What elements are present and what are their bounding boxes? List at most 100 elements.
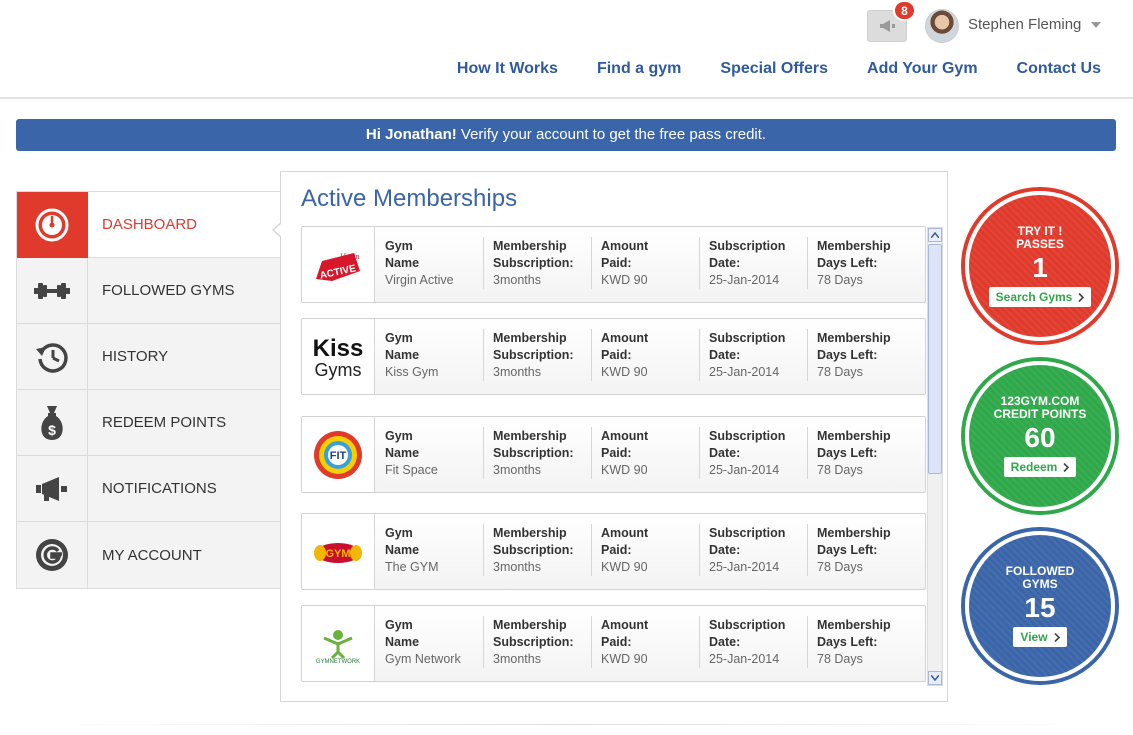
gym-name-label: Gym Name	[385, 239, 420, 270]
chevron-down-icon[interactable]	[1091, 22, 1101, 28]
chevron-right-icon	[1053, 632, 1060, 642]
sidebar-item-followed-gyms[interactable]: FOLLOWED GYMS	[17, 257, 280, 324]
amount-value: KWD 90	[601, 365, 648, 379]
membership-scrollbar[interactable]	[927, 227, 943, 686]
chevron-up-icon	[931, 232, 939, 238]
svg-text:FIT: FIT	[330, 450, 347, 462]
gym-name-label: Gym Name	[385, 331, 420, 362]
redeem-button[interactable]: Redeem	[1003, 457, 1077, 477]
date-label: Subscription Date:	[709, 429, 786, 460]
sidebar-label-history: HISTORY	[102, 348, 169, 365]
money-bag-icon: $	[41, 405, 63, 440]
scroll-down-button[interactable]	[928, 671, 942, 685]
sidebar-item-redeem-points[interactable]: $ REDEEM POINTS	[17, 389, 280, 456]
sidebar-label-redeem-points: REDEEM POINTS	[102, 414, 227, 431]
fit-space-logo: FIT	[314, 430, 362, 479]
nav-special-offers[interactable]: Special Offers	[720, 60, 828, 78]
site-header: 8 Stephen Fleming How It Works Find a gy…	[0, 0, 1133, 99]
date-value: 25-Jan-2014	[709, 365, 780, 379]
sidebar-label-dashboard: DASHBOARD	[102, 216, 198, 233]
search-gyms-label: Search Gyms	[995, 290, 1073, 304]
subscription-label: Membership Subscription:	[493, 331, 574, 362]
subscription-value: 3months	[493, 365, 541, 379]
nav-find-a-gym[interactable]: Find a gym	[597, 60, 681, 78]
sidebar: DASHBOARD FOLLOWED GYMS HISTORY $ REDEEM…	[16, 191, 281, 589]
gym-logo: Kiss Gyms	[302, 319, 375, 394]
svg-text:Kiss: Kiss	[313, 335, 364, 362]
subscription-label: Membership Subscription:	[493, 618, 574, 649]
verify-account-banner[interactable]: Hi Jonathan! Verify your account to get …	[16, 119, 1116, 151]
subscription-value: 3months	[493, 273, 541, 287]
membership-card[interactable]: FIT Gym Name Fit Space Membership Subscri…	[301, 416, 926, 493]
gym-name-value: Kiss Gym	[385, 365, 439, 379]
username[interactable]: Stephen Fleming	[968, 16, 1081, 33]
subscription-label: Membership Subscription:	[493, 526, 574, 557]
svg-text:$: $	[48, 422, 56, 438]
days-left-label: Membership Days Left:	[817, 331, 891, 362]
followed-gyms-card: FOLLOWED GYMS 15 View	[965, 531, 1115, 681]
days-left-value: 78 Days	[817, 273, 863, 287]
svg-text:GYMNETWORK: GYMNETWORK	[316, 659, 360, 664]
sidebar-item-my-account[interactable]: MY ACCOUNT	[17, 522, 280, 588]
view-button[interactable]: View	[1013, 627, 1067, 647]
sidebar-item-dashboard[interactable]: DASHBOARD	[17, 191, 280, 258]
svg-text:Virgin: Virgin	[340, 252, 360, 261]
subscription-value: 3months	[493, 652, 541, 666]
banner-greeting: Hi Jonathan!	[365, 126, 457, 143]
membership-card[interactable]: Kiss Gyms Gym Name Kiss Gym Membership Su…	[301, 318, 926, 395]
amount-label: Amount Paid:	[601, 618, 649, 649]
days-left-label: Membership Days Left:	[817, 239, 891, 270]
chevron-down-icon	[931, 675, 939, 681]
gym-name-label: Gym Name	[385, 526, 420, 557]
days-left-value: 78 Days	[817, 652, 863, 666]
days-left-value: 78 Days	[817, 463, 863, 477]
nav-how-it-works[interactable]: How It Works	[457, 60, 558, 78]
footer-divider	[40, 724, 1090, 725]
speedometer-icon	[35, 208, 69, 241]
view-label: View	[1020, 630, 1048, 644]
days-left-value: 78 Days	[817, 560, 863, 574]
gym-logo: Virgin ACTIVE	[302, 227, 375, 302]
nav-add-your-gym[interactable]: Add Your Gym	[867, 60, 978, 78]
amount-value: KWD 90	[601, 560, 648, 574]
search-gyms-button[interactable]: Search Gyms	[988, 287, 1092, 307]
membership-card[interactable]: Virgin ACTIVE Gym Name Virgin Active Memb…	[301, 226, 926, 303]
sidebar-label-my-account: MY ACCOUNT	[102, 546, 202, 564]
notification-count-badge[interactable]: 8	[893, 0, 916, 21]
history-icon	[36, 342, 68, 373]
passes-count: 1	[1032, 252, 1048, 283]
scroll-thumb[interactable]	[928, 244, 942, 474]
days-left-value: 78 Days	[817, 365, 863, 379]
avatar[interactable]	[925, 9, 959, 43]
date-label: Subscription Date:	[709, 239, 786, 270]
megaphone-icon	[36, 476, 67, 501]
credit-points-count: 60	[1024, 422, 1056, 453]
gym-name-value: Gym Network	[385, 652, 461, 666]
gym-name-label: Gym Name	[385, 618, 420, 649]
dumbbell-icon	[34, 282, 70, 299]
followed-gyms-title: FOLLOWED GYMS	[1005, 564, 1075, 591]
date-label: Subscription Date:	[709, 331, 786, 362]
sidebar-label-followed-gyms: FOLLOWED GYMS	[102, 282, 235, 299]
virgin-active-logo: Virgin ACTIVE	[316, 252, 360, 281]
subscription-label: Membership Subscription:	[493, 239, 574, 270]
gym-name-value: Virgin Active	[385, 273, 454, 287]
membership-card[interactable]: GYMNETWORK Gym Name Gym Network Membershi…	[301, 605, 926, 682]
sidebar-item-history[interactable]: HISTORY	[17, 323, 280, 390]
date-value: 25-Jan-2014	[709, 273, 780, 287]
passes-title: TRY IT ! PASSES	[1016, 224, 1064, 251]
sidebar-item-notifications[interactable]: NOTIFICATIONS	[17, 455, 280, 522]
nav-contact-us[interactable]: Contact Us	[1017, 60, 1101, 78]
gym-name-value: Fit Space	[385, 463, 438, 477]
days-left-label: Membership Days Left:	[817, 618, 891, 649]
gym-logo: GYMNETWORK	[302, 606, 375, 681]
credit-points-title: 123GYM.COM CREDIT POINTS	[993, 394, 1087, 421]
passes-card: TRY IT ! PASSES 1 Search Gyms	[965, 191, 1115, 341]
membership-card[interactable]: GYM Gym Name The GYM Membership Subscript…	[301, 513, 926, 590]
gym-name-label: Gym Name	[385, 429, 420, 460]
scroll-up-button[interactable]	[928, 228, 942, 242]
account-icon	[36, 539, 68, 571]
date-label: Subscription Date:	[709, 618, 786, 649]
main-nav: How It Works Find a gym Special Offers A…	[457, 60, 1101, 78]
followed-gyms-count: 15	[1024, 592, 1056, 623]
